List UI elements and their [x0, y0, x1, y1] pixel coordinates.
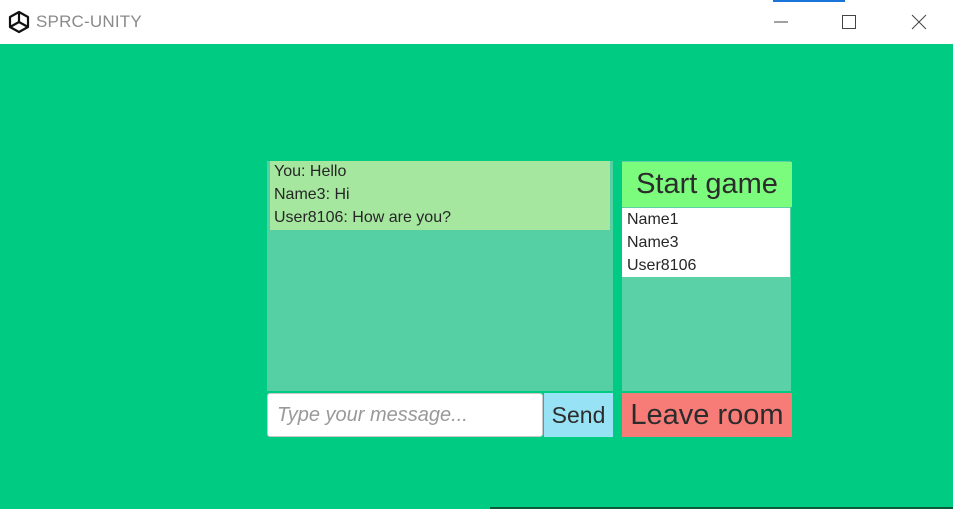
window-title: SPRC-UNITY — [36, 12, 142, 31]
leave-room-button[interactable]: Leave room — [622, 393, 792, 437]
chat-message: You: Hello — [274, 163, 347, 180]
minimize-icon — [774, 21, 788, 23]
chat-message: User8106: How are you? — [274, 209, 451, 226]
close-button[interactable] — [888, 0, 950, 44]
send-button[interactable]: Send — [544, 393, 613, 437]
message-input[interactable] — [267, 393, 543, 437]
chat-message: Name3: Hi — [274, 186, 350, 203]
player-list-item: Name1 — [627, 211, 679, 228]
maximize-icon — [842, 15, 856, 29]
maximize-button[interactable] — [818, 0, 880, 44]
title-bar: SPRC-UNITY — [0, 0, 953, 44]
start-game-button[interactable]: Start game — [622, 162, 792, 207]
chat-message-list: You: Hello Name3: Hi User8106: How are y… — [270, 161, 610, 230]
player-list-item: User8106 — [627, 257, 697, 274]
minimize-button[interactable] — [750, 0, 812, 44]
player-list-item: Name3 — [627, 234, 679, 251]
close-icon — [911, 14, 927, 30]
player-list: Name1 Name3 User8106 — [622, 208, 790, 277]
unity-logo-icon — [8, 10, 30, 34]
